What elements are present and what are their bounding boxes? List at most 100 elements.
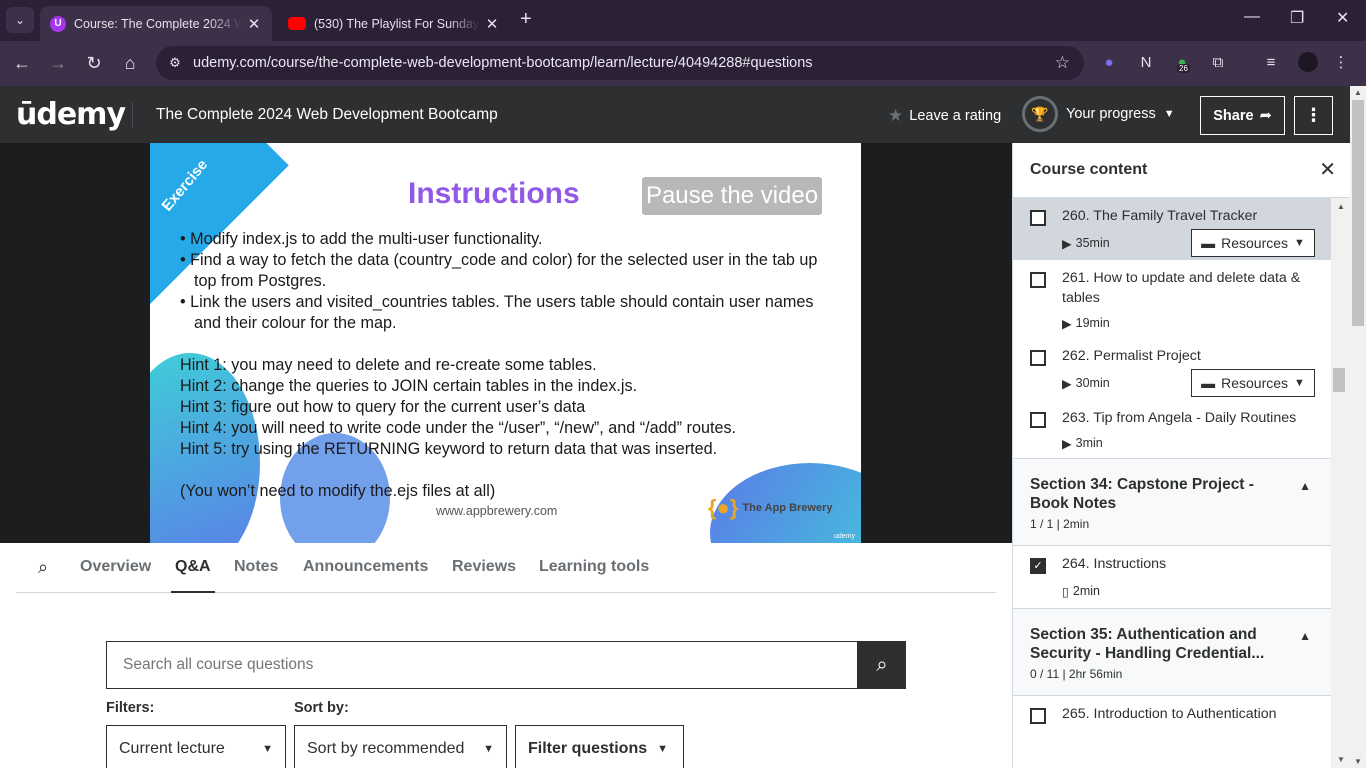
- lecture-item[interactable]: 265. Introduction to Authentication: [1013, 696, 1331, 724]
- lecture-checkbox[interactable]: [1030, 350, 1046, 366]
- tab-overview[interactable]: Overview: [80, 543, 151, 593]
- resources-button[interactable]: ▬ Resources ▼: [1191, 369, 1315, 397]
- chevron-down-icon: ▼: [1294, 237, 1305, 249]
- forward-arrow-icon[interactable]: →: [46, 51, 70, 75]
- slide-hint: Hint 1: you may need to delete and re-cr…: [180, 356, 597, 374]
- udemy-logo[interactable]: ūdemy: [16, 97, 126, 132]
- page-scrollbar-thumb[interactable]: [1352, 100, 1364, 326]
- page-scrollbar[interactable]: ▲ ▼: [1350, 86, 1366, 768]
- lecture-name: 261. How to update and delete data & tab…: [1062, 270, 1301, 306]
- scroll-up-arrow-icon[interactable]: ▲: [1354, 88, 1362, 97]
- lecture-checkbox[interactable]: [1030, 708, 1046, 724]
- lecture-item[interactable]: ✓ 264. Instructions ▯ 2min: [1013, 546, 1331, 608]
- back-arrow-icon[interactable]: ←: [10, 51, 34, 75]
- tab-notes[interactable]: Notes: [234, 543, 278, 593]
- new-tab-plus-icon[interactable]: +: [520, 8, 532, 31]
- section-header[interactable]: Section 35: Authentication and Security …: [1013, 608, 1331, 696]
- tab-learning-tools[interactable]: Learning tools: [539, 543, 649, 593]
- lecture-checkbox[interactable]: [1030, 272, 1046, 288]
- chevron-down-icon: ▼: [483, 743, 494, 755]
- reload-icon[interactable]: ↻: [82, 51, 106, 75]
- tab-title: (530) The Playlist For Sunday - \: [314, 16, 480, 31]
- media-control-icon[interactable]: ≡: [1260, 52, 1282, 74]
- filters-label: Filters:: [106, 700, 155, 716]
- restore-window-icon[interactable]: ❐: [1290, 8, 1304, 28]
- slide-hint: Hint 3: figure out how to query for the …: [180, 398, 586, 416]
- lecture-checkbox[interactable]: [1030, 210, 1046, 226]
- site-settings-icon[interactable]: ⚙: [166, 55, 184, 71]
- folder-icon: ▬: [1201, 235, 1216, 251]
- sort-select[interactable]: Sort by recommended ▼: [294, 725, 507, 768]
- scroll-up-arrow-icon[interactable]: ▲: [1337, 202, 1345, 211]
- lecture-duration: 2min: [1072, 584, 1100, 598]
- lecture-meta: ▶ 30min ▬ Resources ▼: [1062, 366, 1315, 400]
- brand-name: The App Brewery: [742, 502, 833, 514]
- slide-hint: Hint 5: try using the RETURNING keyword …: [180, 440, 718, 458]
- leave-rating-button[interactable]: ★ Leave a rating: [888, 106, 1001, 126]
- profile-avatar[interactable]: [1298, 52, 1318, 72]
- browser-toolbar: ← → ↻ ⌂ ⚙ udemy.com/course/the-complete-…: [0, 41, 1366, 86]
- chevron-down-icon: ▼: [262, 743, 273, 755]
- chevron-down-icon: ▼: [657, 743, 669, 755]
- minimize-window-icon[interactable]: —: [1244, 8, 1260, 26]
- your-progress-button[interactable]: 🏆 Your progress ▼: [1022, 96, 1175, 132]
- extensions-puzzle-icon[interactable]: ⧉: [1207, 52, 1229, 74]
- chevron-down-icon: ▼: [1163, 108, 1175, 120]
- share-button[interactable]: Share ➦: [1200, 96, 1285, 135]
- sidebar-scrollbar[interactable]: ▲ ▼: [1331, 198, 1350, 768]
- lecture-meta: ▯ 2min: [1062, 574, 1315, 608]
- trophy-icon: 🏆: [1022, 96, 1058, 132]
- lecture-tab-bar: ⌕ Overview Q&A Notes Announcements Revie…: [16, 543, 996, 593]
- bookmark-star-icon[interactable]: ☆: [1055, 53, 1070, 73]
- browser-tab-youtube[interactable]: (530) The Playlist For Sunday - \ ✕: [278, 6, 510, 41]
- scroll-down-arrow-icon[interactable]: ▼: [1354, 757, 1362, 766]
- tab-title: Course: The Complete 2024 We: [74, 16, 242, 31]
- course-content-sidebar: Course content ✕ 260. The Family Travel …: [1012, 143, 1350, 768]
- lecture-checkbox[interactable]: [1030, 412, 1046, 428]
- lecture-checkbox-checked[interactable]: ✓: [1030, 558, 1046, 574]
- close-window-icon[interactable]: ✕: [1336, 8, 1349, 28]
- scroll-down-arrow-icon[interactable]: ▼: [1337, 755, 1345, 764]
- lecture-filter-select[interactable]: Current lecture ▼: [106, 725, 286, 768]
- tab-reviews[interactable]: Reviews: [452, 543, 516, 593]
- sidebar-scrollbar-thumb[interactable]: [1333, 368, 1345, 392]
- address-bar[interactable]: ⚙ udemy.com/course/the-complete-web-deve…: [156, 46, 1084, 80]
- close-sidebar-icon[interactable]: ✕: [1319, 157, 1336, 182]
- search-icon[interactable]: ⌕: [38, 557, 48, 578]
- notion-icon[interactable]: N: [1135, 52, 1157, 74]
- lecture-slide[interactable]: Exercise Instructions Pause the video • …: [150, 143, 861, 543]
- close-tab-icon[interactable]: ✕: [246, 15, 262, 33]
- resources-button[interactable]: ▬ Resources ▼: [1191, 229, 1315, 257]
- tab-qa[interactable]: Q&A: [171, 543, 215, 593]
- browser-tab-udemy[interactable]: U Course: The Complete 2024 We ✕: [40, 6, 272, 41]
- course-title[interactable]: The Complete 2024 Web Development Bootca…: [156, 106, 498, 124]
- extension-drop-icon[interactable]: ●: [1098, 52, 1120, 74]
- video-player[interactable]: Exercise Instructions Pause the video • …: [0, 143, 1012, 543]
- browser-menu-icon[interactable]: ⋮: [1330, 52, 1352, 74]
- url-text[interactable]: udemy.com/course/the-complete-web-develo…: [193, 55, 813, 71]
- filter-questions-button[interactable]: Filter questions ▼: [515, 725, 684, 768]
- tab-announcements[interactable]: Announcements: [303, 543, 428, 593]
- slide-bullet: • Find a way to fetch the data (country_…: [180, 251, 818, 290]
- lecture-item[interactable]: 262. Permalist Project ▶ 30min ▬ Resources…: [1013, 338, 1331, 400]
- resources-label: Resources: [1221, 235, 1289, 251]
- lecture-item[interactable]: 260. The Family Travel Tracker ▶ 35min ▬ R…: [1013, 198, 1331, 260]
- lecture-item[interactable]: 261. How to update and delete data & tab…: [1013, 260, 1331, 338]
- video-icon: ▶: [1062, 436, 1072, 451]
- tab-search-chevron-icon[interactable]: ⌄: [6, 7, 34, 33]
- lecture-meta: ▶ 19min: [1062, 308, 1315, 338]
- section-header[interactable]: Section 34: Capstone Project - Book Note…: [1013, 458, 1331, 546]
- udemy-favicon-icon: U: [50, 15, 66, 32]
- search-questions-input[interactable]: [106, 641, 858, 689]
- chevron-up-icon: ▲: [1299, 479, 1311, 493]
- sidebar-title: Course content: [1030, 161, 1148, 178]
- search-submit-button[interactable]: ⌕: [858, 641, 906, 689]
- lecture-item[interactable]: 263. Tip from Angela - Daily Routines ▶ 3…: [1013, 400, 1331, 458]
- udemy-watermark: udemy: [833, 533, 855, 540]
- more-options-button[interactable]: ⋮: [1294, 96, 1333, 135]
- close-tab-icon[interactable]: ✕: [484, 15, 500, 33]
- sidebar-list[interactable]: 260. The Family Travel Tracker ▶ 35min ▬ R…: [1013, 198, 1331, 768]
- slide-bullet: • Link the users and visited_countries t…: [180, 293, 814, 332]
- home-icon[interactable]: ⌂: [118, 51, 142, 75]
- filter-questions-label: Filter questions: [528, 740, 648, 757]
